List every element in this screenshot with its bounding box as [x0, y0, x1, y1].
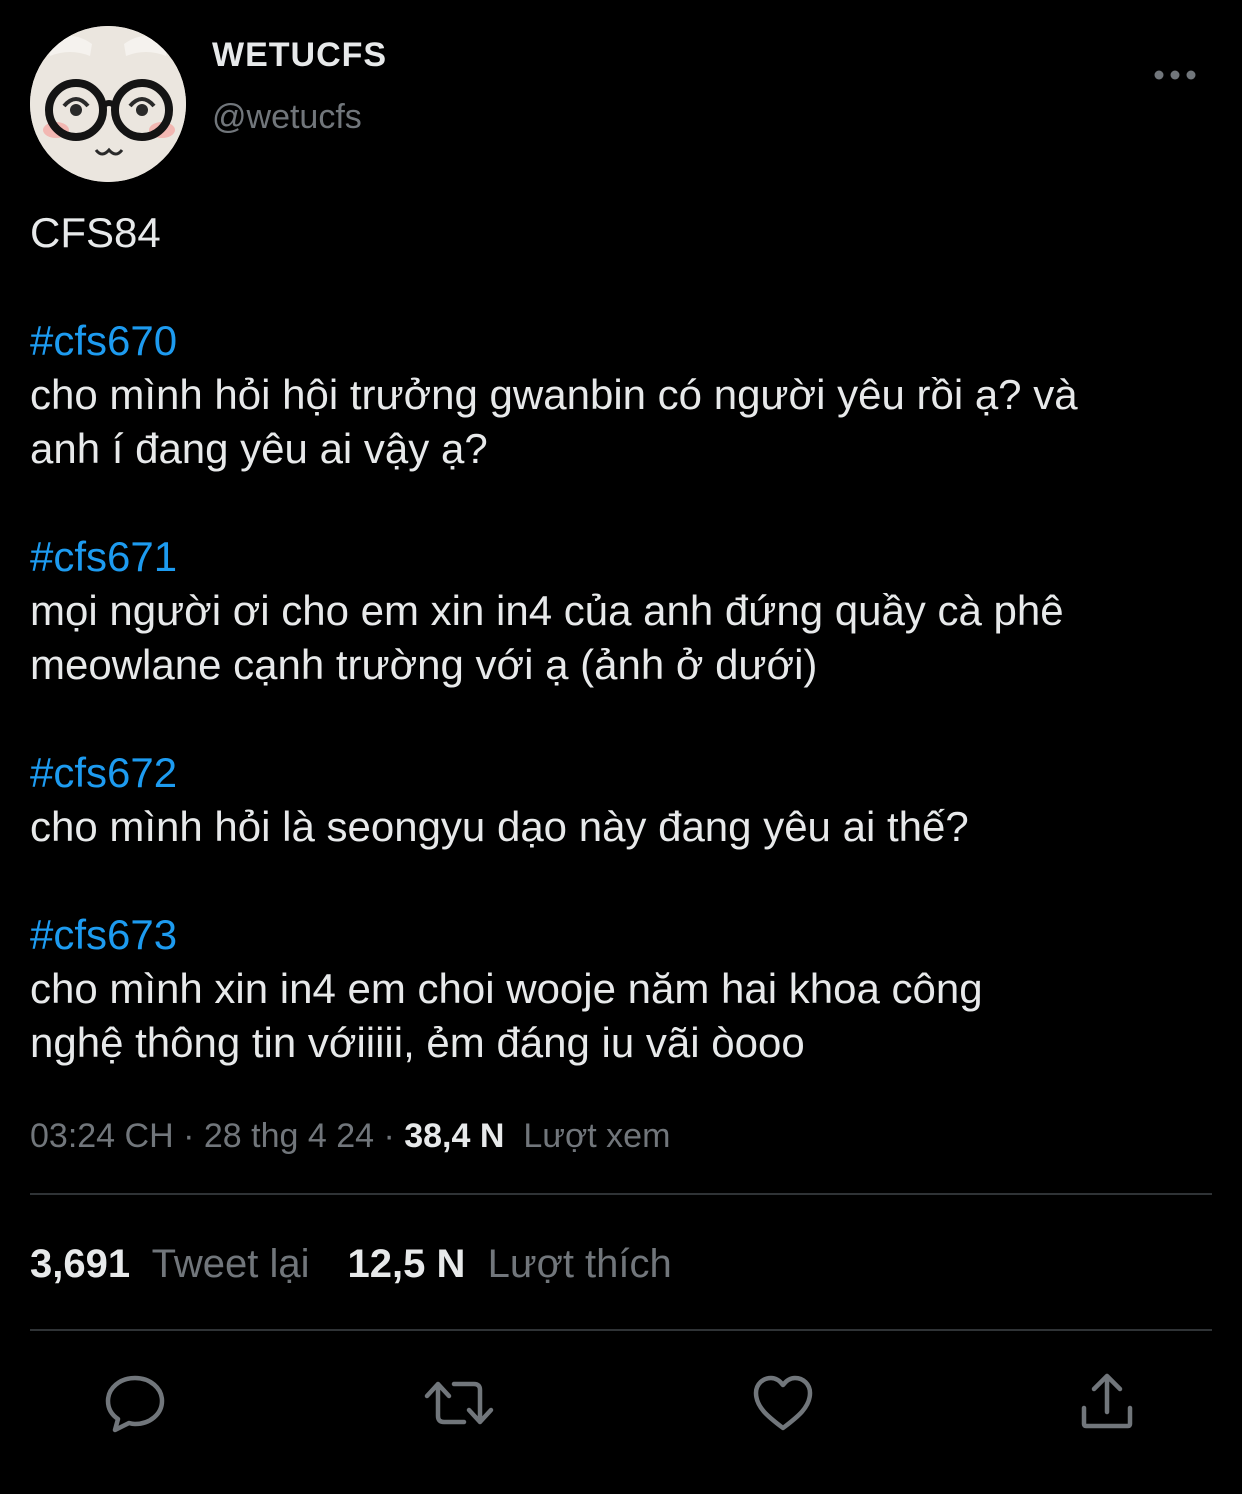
tweet-meta: 03:24 CH · 28 thg 4 24 · 38,4 N Lượt xem — [30, 1114, 670, 1158]
likes-count: 12,5 N — [347, 1242, 466, 1286]
confession-entry: #cfs672 cho mình hỏi là seongyu dạo này … — [30, 746, 1220, 854]
retweet-button[interactable] — [424, 1368, 494, 1438]
share-button[interactable] — [1072, 1368, 1142, 1438]
avatar[interactable] — [30, 26, 186, 182]
confession-entry: #cfs673 cho mình xin in4 em choi wooje n… — [30, 908, 1220, 1070]
user-handle[interactable]: @wetucfs — [212, 98, 362, 137]
action-bar — [0, 1368, 1242, 1438]
like-button[interactable] — [748, 1368, 818, 1438]
tweet-date[interactable]: 28 thg 4 24 — [204, 1117, 374, 1155]
share-icon — [1081, 1373, 1133, 1429]
entry-line: anh í đang yêu ai vậy ạ? — [30, 425, 488, 472]
hashtag-link[interactable]: #cfs672 — [30, 746, 1220, 800]
heart-icon — [753, 1375, 813, 1431]
hashtag-link[interactable]: #cfs670 — [30, 314, 1220, 368]
confession-entry: #cfs670 cho mình hỏi hội trưởng gwanbin … — [30, 314, 1220, 476]
intro-text: CFS84 — [30, 209, 161, 256]
entry-line: meowlane cạnh trường với ạ (ảnh ở dưới) — [30, 641, 818, 688]
divider — [30, 1329, 1212, 1331]
engagement-stats: 3,691 Tweet lại 12,5 N Lượt thích — [30, 1236, 710, 1292]
meta-separator: · — [173, 1117, 204, 1155]
reply-button[interactable] — [100, 1368, 170, 1438]
hashtag-link[interactable]: #cfs671 — [30, 530, 1220, 584]
likes-stat[interactable]: 12,5 N Lượt thích — [347, 1236, 671, 1292]
more-dots-icon — [1154, 70, 1196, 80]
retweets-count: 3,691 — [30, 1242, 131, 1286]
entry-line: cho mình hỏi hội trưởng gwanbin có người… — [30, 371, 1078, 418]
display-name[interactable]: WETUCFS — [212, 36, 387, 75]
reply-icon — [105, 1375, 165, 1433]
tweet-header: WETUCFS @wetucfs — [30, 26, 1212, 182]
more-button[interactable] — [1152, 62, 1198, 88]
views-label: Lượt xem — [523, 1117, 671, 1155]
retweets-stat[interactable]: 3,691 Tweet lại — [30, 1236, 309, 1292]
tweet-intro: CFS84 — [30, 206, 1220, 260]
tweet-time[interactable]: 03:24 CH — [30, 1117, 174, 1155]
retweets-label: Tweet lại — [151, 1242, 310, 1286]
cartoon-face-icon — [30, 26, 186, 182]
meta-separator: · — [374, 1117, 405, 1155]
entry-line: mọi người ơi cho em xin in4 của anh đứng… — [30, 587, 1064, 634]
likes-label: Lượt thích — [487, 1242, 672, 1286]
views-count: 38,4 N — [404, 1117, 505, 1155]
hashtag-link[interactable]: #cfs673 — [30, 908, 1220, 962]
entry-line: cho mình hỏi là seongyu dạo này đang yêu… — [30, 803, 969, 850]
retweet-icon — [424, 1381, 494, 1425]
confession-entry: #cfs671 mọi người ơi cho em xin in4 của … — [30, 530, 1220, 692]
divider — [30, 1193, 1212, 1195]
entry-line: cho mình xin in4 em choi wooje năm hai k… — [30, 965, 983, 1012]
entry-line: nghệ thông tin vớiiiii, ẻm đáng iu vãi ò… — [30, 1019, 805, 1066]
tweet-text: CFS84 #cfs670 cho mình hỏi hội trưởng gw… — [30, 206, 1220, 1124]
